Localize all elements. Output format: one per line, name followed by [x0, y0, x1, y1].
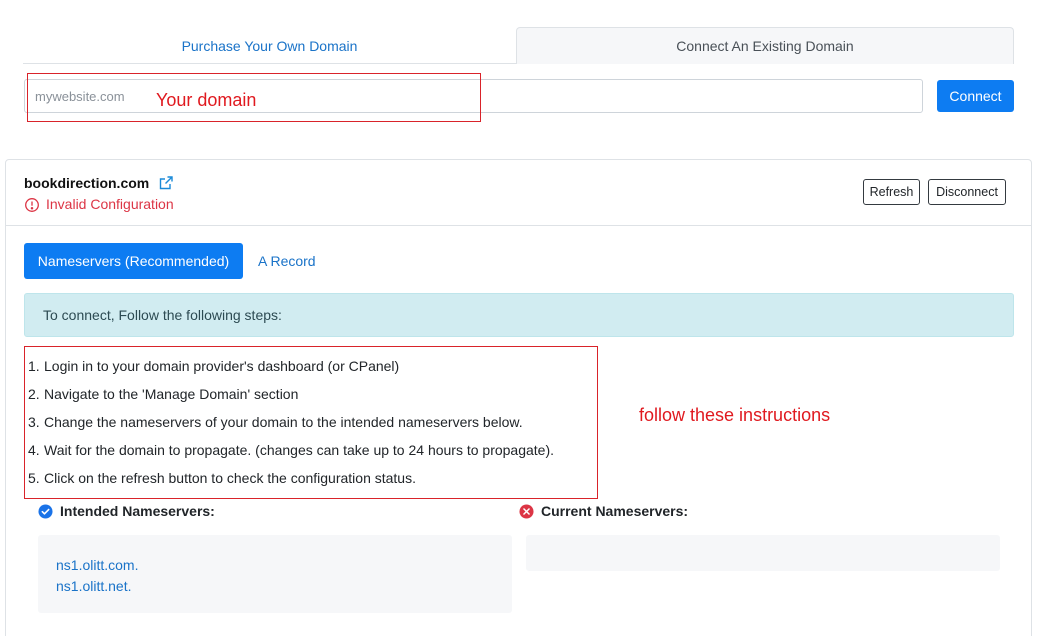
intended-nameserver-2[interactable]: ns1.olitt.net. — [56, 576, 494, 597]
domain-card: bookdirection.com Invalid Configuration … — [5, 159, 1032, 636]
list-item: 2. Navigate to the 'Manage Domain' sectio… — [28, 386, 299, 402]
intended-nameservers-heading: Intended Nameservers: — [38, 501, 512, 521]
tab-nameservers[interactable]: Nameservers (Recommended) — [24, 243, 243, 279]
tab-a-record[interactable]: A Record — [258, 243, 316, 279]
intended-nameserver-1[interactable]: ns1.olitt.com. — [56, 555, 494, 576]
external-link-icon[interactable] — [158, 175, 174, 191]
alert-circle-icon — [24, 197, 40, 213]
connected-domain-name: bookdirection.com — [24, 175, 150, 191]
annotation-text-steps: follow these instructions — [639, 405, 831, 425]
instructions-alert: To connect, Follow the following steps: — [24, 293, 1014, 337]
list-item: 5. Click on the refresh button to check t… — [28, 470, 416, 486]
current-nameservers-box — [526, 535, 1000, 571]
configuration-status: Invalid Configuration — [46, 196, 174, 212]
domain-card-header: bookdirection.com Invalid Configuration … — [6, 160, 1031, 226]
tab-purchase-domain[interactable]: Purchase Your Own Domain — [23, 27, 516, 64]
intended-nameservers-section: Intended Nameservers: — [38, 501, 512, 521]
refresh-button[interactable]: Refresh — [863, 179, 920, 205]
list-item: 1. Login in to your domain provider's das… — [28, 358, 400, 374]
current-nameservers-section: Current Nameservers: — [519, 501, 1001, 521]
connect-button[interactable]: Connect — [937, 80, 1014, 112]
x-circle-icon — [519, 503, 534, 519]
current-nameservers-heading: Current Nameservers: — [519, 501, 1001, 521]
check-circle-icon — [38, 503, 53, 519]
intended-nameservers-box: ns1.olitt.com. ns1.olitt.net. — [38, 535, 512, 613]
annotation-text-domain: Your domain — [156, 90, 257, 110]
alert-text: To connect, Follow the following steps: — [43, 307, 282, 323]
steps-list: 1. Login in to your domain provider's das… — [24, 352, 604, 492]
disconnect-button[interactable]: Disconnect — [928, 179, 1006, 205]
list-item: 4. Wait for the domain to propagate. (cha… — [28, 442, 555, 458]
domain-mode-tabs: Purchase Your Own Domain Connect An Exis… — [23, 27, 1014, 64]
list-item: 3. Change the nameservers of your domain … — [28, 414, 523, 430]
tab-connect-existing-domain[interactable]: Connect An Existing Domain — [516, 27, 1014, 64]
